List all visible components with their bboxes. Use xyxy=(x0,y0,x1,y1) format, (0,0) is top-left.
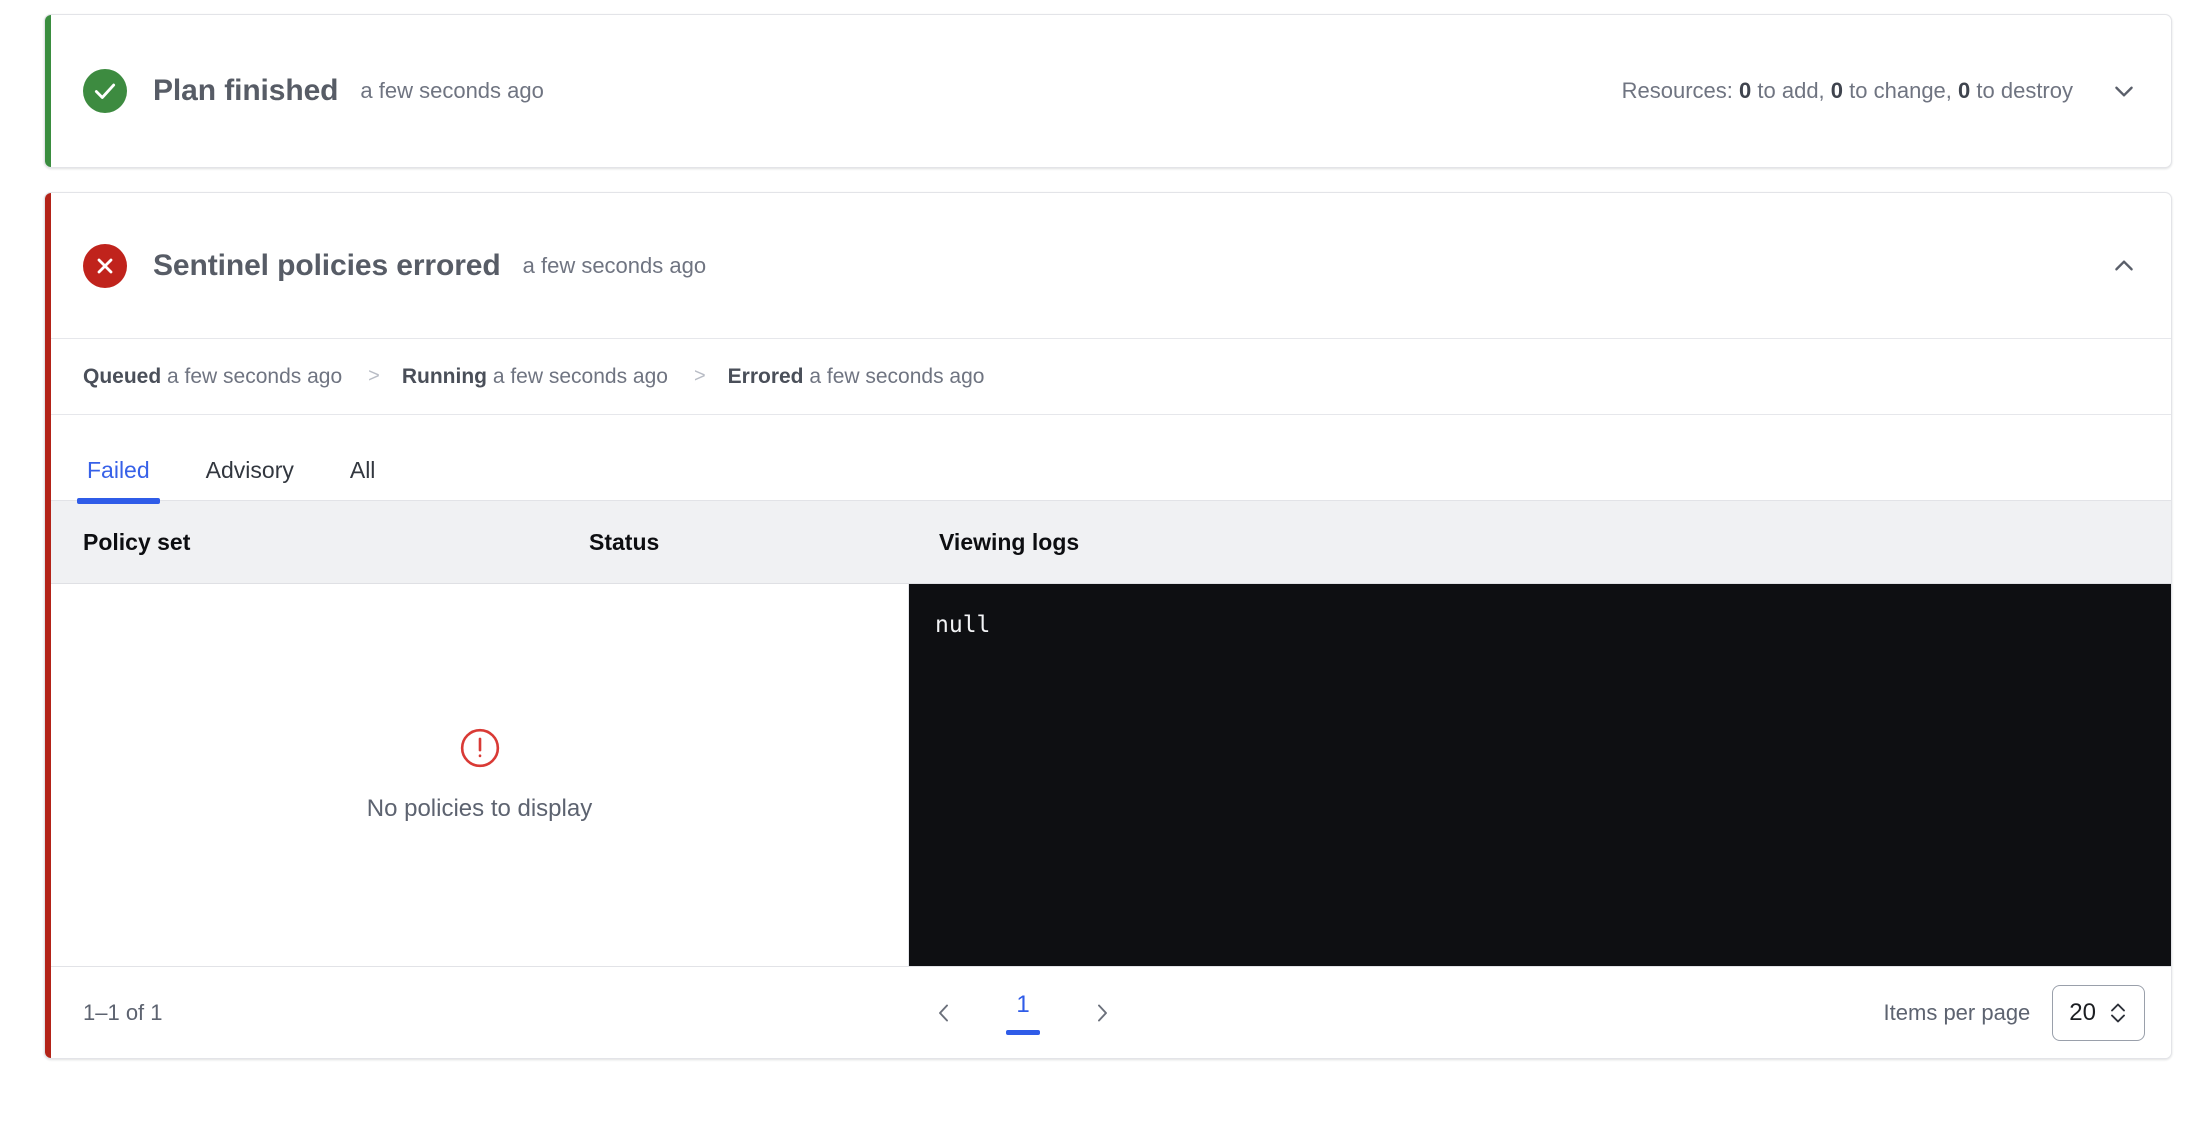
items-per-page-select[interactable]: 20 xyxy=(2052,984,2145,1041)
plan-resources-summary: Resources: 0 to add, 0 to change, 0 to d… xyxy=(1622,78,2073,104)
timeline-step-running-time: a few seconds ago xyxy=(492,364,668,388)
run-status-page: Plan finished a few seconds ago Resource… xyxy=(0,0,2194,1134)
policies-empty-state: No policies to display xyxy=(51,584,909,966)
sentinel-status-accent-bar xyxy=(45,193,51,1058)
sentinel-card-header[interactable]: Sentinel policies errored a few seconds … xyxy=(51,193,2171,338)
empty-state-message: No policies to display xyxy=(366,795,593,822)
policy-table-body: No policies to display null xyxy=(51,584,2171,966)
chevron-right-icon[interactable] xyxy=(1080,991,1124,1035)
plan-card-timestamp: a few seconds ago xyxy=(360,78,544,103)
sentinel-timeline: Queued a few seconds ago > Running a few… xyxy=(51,338,2171,414)
policy-table-footer: 1–1 of 1 1 Items per page 20 xyxy=(51,966,2171,1058)
results-range-text: 1–1 of 1 xyxy=(83,999,163,1025)
items-per-page-label: Items per page xyxy=(1883,999,2031,1025)
alert-circle-icon xyxy=(459,727,501,769)
plan-card-title: Plan finished xyxy=(153,74,339,107)
timeline-step-errored-state: Errored xyxy=(727,364,804,388)
resources-destroy-label: to destroy xyxy=(1970,78,2073,103)
timeline-separator-icon: > xyxy=(693,365,706,387)
resources-prefix: Resources: xyxy=(1621,78,1733,103)
timeline-separator-icon: > xyxy=(368,365,380,387)
items-per-page-control: Items per page 20 xyxy=(1883,984,2145,1041)
timeline-step-errored: Errored a few seconds ago xyxy=(728,365,985,389)
chevron-down-icon[interactable] xyxy=(2107,74,2141,108)
tab-all[interactable]: All xyxy=(346,457,380,500)
resources-change-label: to change, xyxy=(1843,78,1959,103)
column-header-viewing-logs: Viewing logs xyxy=(939,528,1080,555)
plan-card-header[interactable]: Plan finished a few seconds ago Resource… xyxy=(51,15,2171,167)
plan-status-accent-bar xyxy=(45,15,51,167)
chevron-up-down-icon xyxy=(2108,1000,2128,1026)
timeline-step-running-state: Running xyxy=(401,364,487,388)
column-header-policy-set: Policy set xyxy=(83,528,191,555)
policy-tabs: Failed Advisory All xyxy=(51,414,2171,504)
card-gap xyxy=(44,168,2172,192)
resources-destroy-count: 0 xyxy=(1958,78,1971,103)
tab-advisory[interactable]: Advisory xyxy=(202,457,298,500)
policy-log-output-pane[interactable]: null xyxy=(909,584,2171,966)
timeline-step-errored-time: a few seconds ago xyxy=(809,364,985,388)
chevron-left-icon[interactable] xyxy=(922,991,966,1035)
pagination-controls: 1 xyxy=(163,991,1884,1035)
plan-finished-card: Plan finished a few seconds ago Resource… xyxy=(44,14,2172,168)
timeline-step-queued: Queued a few seconds ago xyxy=(83,365,342,389)
log-output-line: null xyxy=(935,612,991,638)
check-circle-icon xyxy=(83,69,127,113)
resources-add-count: 0 xyxy=(1739,78,1752,103)
timeline-step-queued-time: a few seconds ago xyxy=(167,364,343,388)
tab-failed[interactable]: Failed xyxy=(77,457,160,504)
sentinel-card-title: Sentinel policies errored xyxy=(153,248,501,282)
policy-table-header: Policy set Status Viewing logs xyxy=(51,500,2171,584)
resources-change-count: 0 xyxy=(1830,78,1844,103)
timeline-step-running: Running a few seconds ago xyxy=(402,365,668,389)
sentinel-policies-card: Sentinel policies errored a few seconds … xyxy=(44,192,2172,1059)
timeline-step-queued-state: Queued xyxy=(83,364,162,388)
pagination-page-1[interactable]: 1 xyxy=(1006,991,1041,1035)
items-per-page-value: 20 xyxy=(2069,998,2096,1026)
chevron-up-icon[interactable] xyxy=(2107,249,2141,283)
resources-add-label: to add, xyxy=(1751,78,1831,103)
x-circle-icon xyxy=(83,243,127,288)
column-header-status: Status xyxy=(589,528,660,555)
sentinel-card-timestamp: a few seconds ago xyxy=(522,252,707,278)
